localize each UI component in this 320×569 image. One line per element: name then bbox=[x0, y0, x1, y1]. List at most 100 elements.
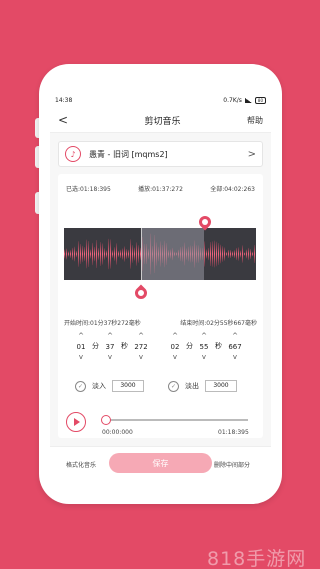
help-button[interactable]: 帮助 bbox=[247, 115, 263, 126]
nav-bar: < 剪切音乐 帮助 bbox=[50, 108, 271, 133]
waveform-bar bbox=[106, 250, 107, 258]
slider-knob[interactable] bbox=[101, 415, 111, 425]
waveform-bar bbox=[222, 246, 223, 262]
waveform-bar bbox=[234, 250, 235, 258]
editor-card: 已选:01:18:395 播放:01:37:272 全部:04:02:263 bbox=[58, 174, 263, 438]
waveform-bar bbox=[126, 249, 127, 259]
back-icon[interactable]: < bbox=[58, 113, 78, 127]
up-arrow-icon[interactable]: ^ bbox=[138, 332, 144, 341]
waveform-bar bbox=[64, 249, 65, 259]
up-arrow-icon[interactable]: ^ bbox=[172, 332, 178, 341]
waveform-bar bbox=[208, 247, 209, 261]
waveform-bar bbox=[246, 249, 247, 259]
waveform-bar bbox=[252, 251, 253, 257]
down-arrow-icon[interactable]: v bbox=[139, 353, 143, 362]
end-ms-value[interactable]: 667 bbox=[228, 341, 241, 353]
waveform-bar bbox=[104, 248, 105, 260]
waveform-bar bbox=[74, 246, 75, 262]
waveform-bar bbox=[242, 245, 243, 263]
fade-in-check-icon[interactable]: ✓ bbox=[75, 380, 86, 392]
waveform-area[interactable] bbox=[64, 228, 256, 280]
waveform-bar bbox=[228, 249, 229, 259]
waveform-bar bbox=[120, 249, 121, 259]
waveform-bar bbox=[78, 241, 79, 267]
waveform-bar bbox=[236, 247, 237, 261]
playing-time: 播放:01:37:272 bbox=[138, 186, 183, 193]
waveform-bar bbox=[66, 248, 67, 260]
waveform-bar bbox=[218, 242, 219, 266]
status-bar: 14:38 0.7K/s 80 bbox=[50, 92, 271, 108]
down-arrow-icon[interactable]: v bbox=[202, 353, 206, 362]
unit-min-label: 分 bbox=[92, 342, 99, 350]
waveform-bar bbox=[122, 248, 123, 260]
waveform-bar bbox=[220, 244, 221, 264]
unit-sec-label: 秒 bbox=[215, 342, 222, 350]
up-arrow-icon[interactable]: ^ bbox=[201, 332, 207, 341]
unit-min-label: 分 bbox=[186, 342, 193, 350]
delete-middle-button[interactable]: 删除中间部分 bbox=[214, 460, 250, 469]
song-name: 愚青 - 旧词 [mqms2] bbox=[89, 149, 168, 159]
waveform-bar bbox=[70, 250, 71, 258]
end-min-value[interactable]: 02 bbox=[171, 341, 180, 353]
waveform-bar bbox=[230, 249, 231, 259]
start-ms-value[interactable]: 272 bbox=[134, 341, 147, 353]
fade-in-input[interactable]: 3000 bbox=[112, 380, 144, 392]
waveform-bar bbox=[80, 243, 81, 265]
save-button[interactable]: 保存 bbox=[109, 453, 212, 473]
waveform-bar bbox=[224, 247, 225, 261]
start-time-label: 开始时间:01分37秒272毫秒 bbox=[64, 320, 141, 327]
selection-region[interactable] bbox=[141, 228, 204, 280]
end-ms-stepper: ^ 667 v bbox=[226, 332, 244, 362]
duration-time: 01:18:395 bbox=[218, 429, 249, 436]
waveform-bar bbox=[86, 239, 87, 269]
down-arrow-icon[interactable]: v bbox=[108, 353, 112, 362]
fade-in-label: 淡入 bbox=[92, 382, 106, 390]
start-marker-handle[interactable] bbox=[132, 284, 150, 302]
signal-icon bbox=[244, 97, 252, 103]
end-sec-value[interactable]: 55 bbox=[200, 341, 209, 353]
waveform-bar bbox=[94, 246, 95, 262]
song-select-row[interactable]: ♪ 愚青 - 旧词 [mqms2] > bbox=[58, 141, 263, 167]
waveform-bar bbox=[116, 243, 117, 265]
waveform-bar bbox=[254, 244, 255, 264]
playback-slider[interactable] bbox=[101, 415, 248, 425]
total-time: 全部:04:02:263 bbox=[210, 186, 255, 193]
down-arrow-icon[interactable]: v bbox=[79, 353, 83, 362]
down-arrow-icon[interactable]: v bbox=[173, 353, 177, 362]
waveform-bar bbox=[138, 245, 139, 263]
waveform-bar bbox=[114, 247, 115, 261]
waveform-bar bbox=[100, 242, 101, 266]
play-button[interactable] bbox=[66, 412, 86, 432]
network-speed: 0.7K/s bbox=[223, 96, 242, 104]
waveform-bar bbox=[98, 248, 99, 260]
up-arrow-icon[interactable]: ^ bbox=[107, 332, 113, 341]
waveform-bar bbox=[110, 239, 111, 269]
waveform-bar bbox=[240, 250, 241, 258]
waveform-bar bbox=[72, 247, 73, 261]
page-title: 剪切音乐 bbox=[144, 116, 181, 127]
current-time: 00:00:000 bbox=[102, 429, 133, 436]
waveform-bar bbox=[132, 245, 133, 263]
waveform-bar bbox=[134, 247, 135, 261]
fade-out-check-icon[interactable]: ✓ bbox=[168, 380, 179, 392]
fade-out-label: 淡出 bbox=[185, 382, 199, 390]
waveform-bar bbox=[238, 247, 239, 261]
fade-out-row: ✓ 淡出 3000 bbox=[168, 380, 237, 392]
waveform-bar bbox=[210, 241, 211, 267]
start-sec-value[interactable]: 37 bbox=[106, 341, 115, 353]
waveform-bar bbox=[250, 248, 251, 260]
waveform-bar bbox=[124, 246, 125, 262]
waveform-bar bbox=[88, 241, 89, 267]
format-music-button[interactable]: 格式化音乐 bbox=[66, 460, 96, 469]
up-arrow-icon[interactable]: ^ bbox=[232, 332, 238, 341]
up-arrow-icon[interactable]: ^ bbox=[78, 332, 84, 341]
fade-in-row: ✓ 淡入 3000 bbox=[75, 380, 144, 392]
waveform-bar bbox=[216, 241, 217, 267]
start-min-value[interactable]: 01 bbox=[77, 341, 86, 353]
cut-labels: 开始时间:01分37秒272毫秒 结束时间:02分55秒667毫秒 bbox=[58, 318, 263, 327]
save-button-label: 保存 bbox=[152, 458, 169, 468]
down-arrow-icon[interactable]: v bbox=[233, 353, 237, 362]
waveform-bar bbox=[82, 245, 83, 263]
fade-out-input[interactable]: 3000 bbox=[205, 380, 237, 392]
watermark: 818手游网 bbox=[207, 548, 307, 569]
